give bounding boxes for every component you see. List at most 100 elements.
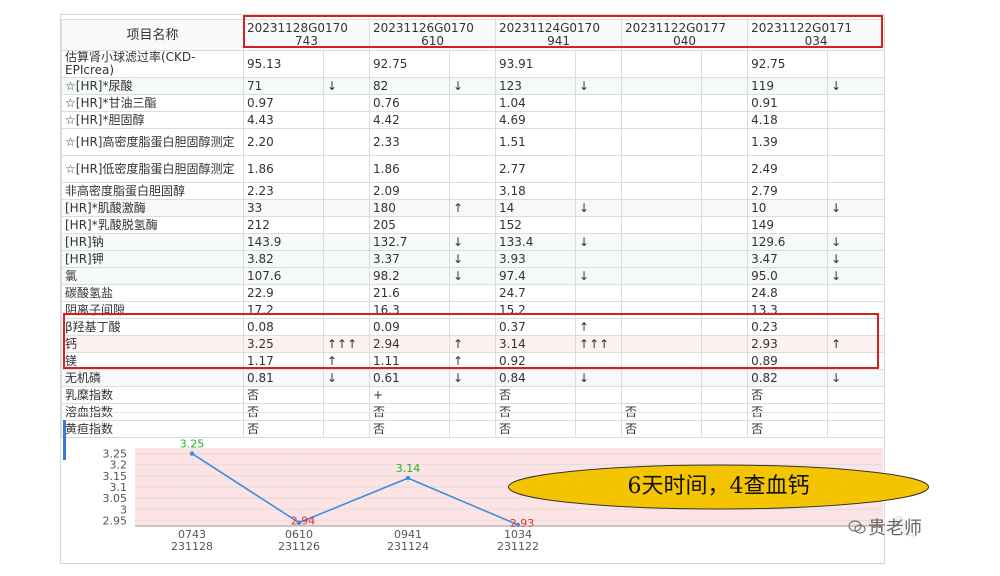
result-flag <box>575 128 623 156</box>
result-flag <box>701 199 749 217</box>
result-value: 2.77 <box>495 155 577 183</box>
result-flag <box>701 250 749 268</box>
result-flag <box>827 155 884 183</box>
result-value: 4.69 <box>495 111 577 129</box>
wechat-icon <box>848 520 866 534</box>
result-value <box>621 155 703 183</box>
result-value <box>621 216 703 234</box>
result-flag <box>322 128 371 156</box>
result-value: 否 <box>495 386 577 404</box>
result-value <box>621 267 703 285</box>
column-header-item-name: 项目名称 <box>61 19 244 51</box>
result-value: 143.9 <box>243 233 324 251</box>
result-flag <box>449 284 497 302</box>
result-value: 93.91 <box>495 50 577 78</box>
row-item-name: [HR]钠 <box>61 233 244 251</box>
result-value: 95.0 <box>747 267 829 285</box>
table-row: 估算肾小球滤过率(CKD-EPIcrea) 95.13 92.75 93.91 92.7… <box>61 50 884 78</box>
result-flag <box>701 267 749 285</box>
result-flag <box>322 50 371 78</box>
result-flag <box>322 250 371 268</box>
result-value <box>621 250 703 268</box>
result-value: 98.2 <box>369 267 451 285</box>
table-row: 氯 107.6 98.2 ↓ 97.4 ↓ 95.0 ↓ <box>61 267 884 285</box>
result-value <box>621 233 703 251</box>
result-flag <box>827 111 884 129</box>
result-flag: ↓ <box>827 250 884 268</box>
result-value: 152 <box>495 216 577 234</box>
result-flag <box>827 50 884 78</box>
data-label: 3.14 <box>396 462 421 475</box>
result-flag <box>322 386 371 404</box>
result-value: 2.23 <box>243 182 324 200</box>
result-value: 107.6 <box>243 267 324 285</box>
result-value: 0.97 <box>243 94 324 112</box>
result-flag <box>449 155 497 183</box>
result-flag: ↓ <box>575 369 623 387</box>
result-flag: ↓ <box>827 199 884 217</box>
callout-text: 6天时间，4查血钙 <box>627 474 810 499</box>
result-flag <box>701 386 749 404</box>
result-value: 否 <box>243 386 324 404</box>
result-flag: ↓ <box>449 267 497 285</box>
result-value: 71 <box>243 77 324 95</box>
row-item-name: ☆[HR]*胆固醇 <box>61 111 244 129</box>
result-flag <box>575 250 623 268</box>
row-item-name: ☆[HR]高密度脂蛋白胆固醇测定 <box>61 128 244 156</box>
result-flag <box>322 233 371 251</box>
result-value: 0.82 <box>747 369 829 387</box>
row-item-name: [HR]*乳酸脱氢酶 <box>61 216 244 234</box>
result-value: 1.86 <box>369 155 451 183</box>
result-flag <box>701 77 749 95</box>
result-flag <box>827 386 884 404</box>
x-tick-label: 231128 <box>171 540 213 553</box>
table-row: ☆[HR]*甘油三酯 0.97 0.76 1.04 0.91 <box>61 94 884 112</box>
result-flag <box>449 182 497 200</box>
result-value: 132.7 <box>369 233 451 251</box>
x-tick-label: 231122 <box>497 540 539 553</box>
result-value: 24.8 <box>747 284 829 302</box>
result-flag <box>827 128 884 156</box>
result-flag: ↓ <box>827 233 884 251</box>
table-row: [HR]*乳酸脱氢酶 212 205 152 149 <box>61 216 884 234</box>
result-flag <box>575 284 623 302</box>
result-value: 14 <box>495 199 577 217</box>
result-value: 22.9 <box>243 284 324 302</box>
result-value <box>621 94 703 112</box>
table-row: 碳酸氢盐 22.9 21.6 24.7 24.8 <box>61 284 884 302</box>
result-flag: ↓ <box>575 77 623 95</box>
result-value: 123 <box>495 77 577 95</box>
result-value: 129.6 <box>747 233 829 251</box>
result-value: 205 <box>369 216 451 234</box>
result-value: 133.4 <box>495 233 577 251</box>
watermark-text: 贵老师 <box>868 518 922 539</box>
result-value <box>621 128 703 156</box>
result-value: 1.86 <box>243 155 324 183</box>
result-value: 82 <box>369 77 451 95</box>
result-value: 95.13 <box>243 50 324 78</box>
result-flag <box>322 284 371 302</box>
result-value: 1.39 <box>747 128 829 156</box>
result-flag: ↑ <box>449 199 497 217</box>
result-flag <box>575 111 623 129</box>
result-flag <box>449 386 497 404</box>
row-item-name: 无机磷 <box>61 369 244 387</box>
table-body: 估算肾小球滤过率(CKD-EPIcrea) 95.13 92.75 93.91 92.7… <box>61 50 884 438</box>
result-flag: ↓ <box>827 77 884 95</box>
x-tick-label: 231124 <box>387 540 429 553</box>
result-value: 3.18 <box>495 182 577 200</box>
result-flag: ↓ <box>449 250 497 268</box>
table-row: 无机磷 0.81 ↓ 0.61 ↓ 0.84 ↓ 0.82 ↓ <box>61 369 884 387</box>
data-point <box>189 451 195 456</box>
result-flag <box>322 111 371 129</box>
result-value: 0.84 <box>495 369 577 387</box>
result-flag: ↓ <box>827 267 884 285</box>
row-item-name: 碳酸氢盐 <box>61 284 244 302</box>
result-flag: ↓ <box>575 233 623 251</box>
row-item-name: 估算肾小球滤过率(CKD-EPIcrea) <box>61 50 244 78</box>
result-value: 0.91 <box>747 94 829 112</box>
result-value: 4.42 <box>369 111 451 129</box>
result-value: 3.47 <box>747 250 829 268</box>
result-flag <box>322 182 371 200</box>
minerals-highlight-box <box>63 313 879 369</box>
